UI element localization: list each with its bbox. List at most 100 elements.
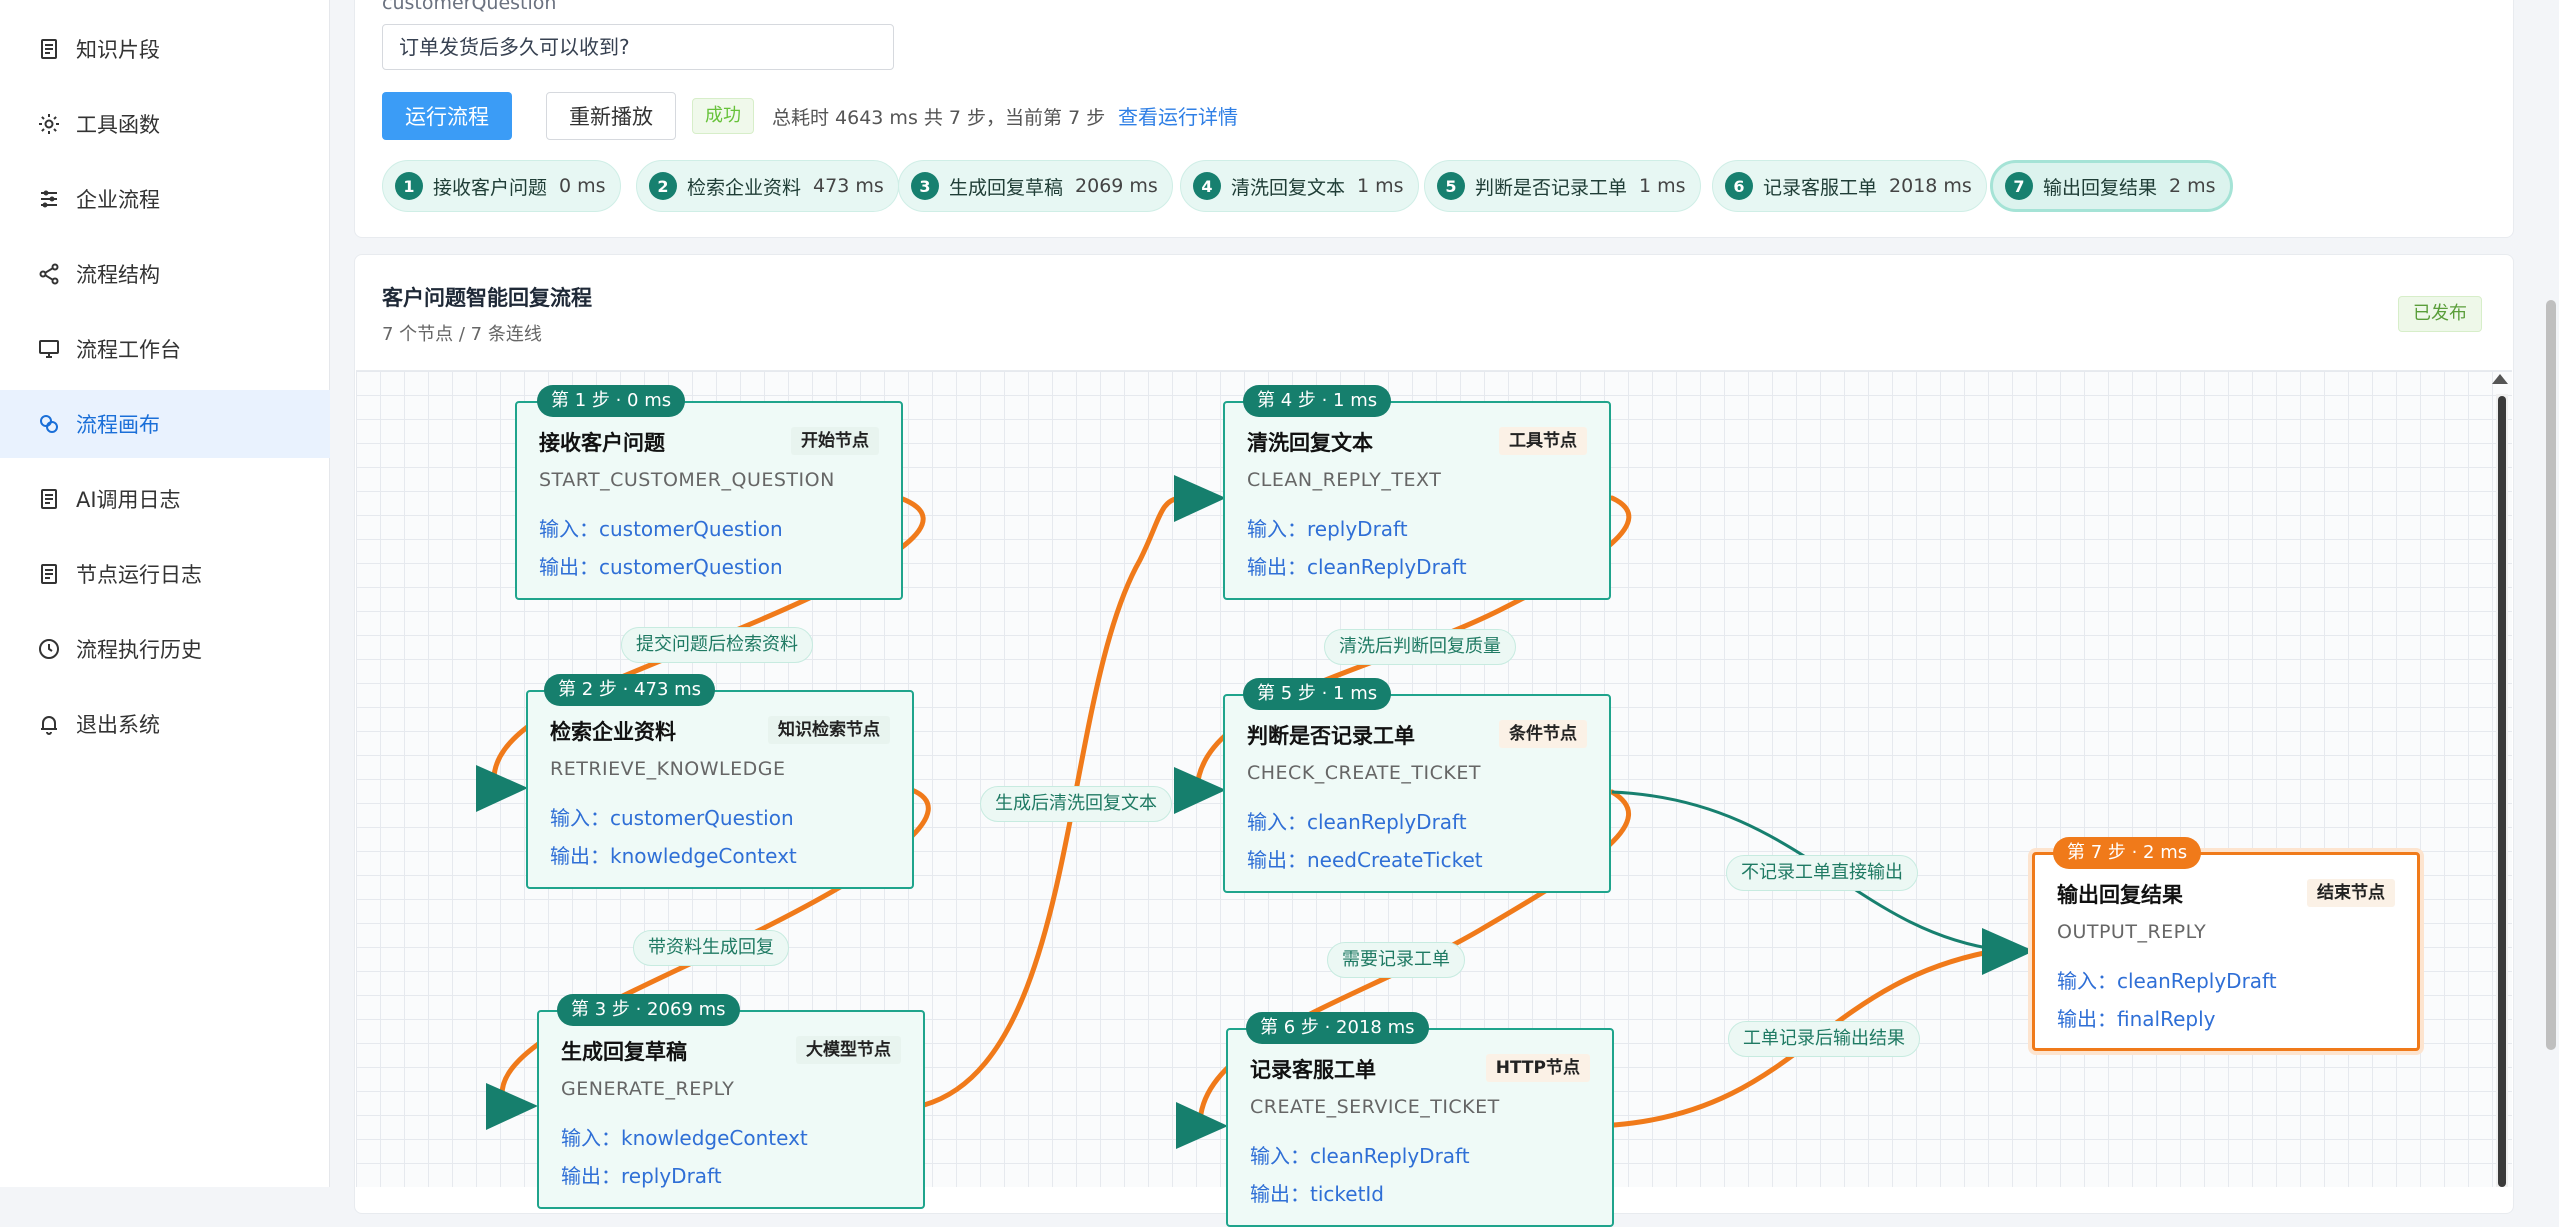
node-step-badge: 第 1 步 · 0 ms [537,385,686,417]
node-code: OUTPUT_REPLY [2057,921,2207,943]
flow-subtitle: 7 个节点 / 7 条连线 [382,324,542,345]
sidebar-item-knowledge-snippets[interactable]: 知识片段 [0,15,330,83]
flow-node-2[interactable]: 第 2 步 · 473 ms 检索企业资料 知识检索节点 RETRIEVE_KN… [526,674,914,889]
sidebar-item-logout[interactable]: 退出系统 [0,690,330,758]
node-step-badge: 第 2 步 · 473 ms [544,674,716,706]
sidebar-item-label: 知识片段 [76,38,160,62]
node-step-badge: 第 6 步 · 2018 ms [1246,1012,1429,1044]
node-input: 输入：cleanReplyDraft [1250,1144,1470,1168]
canvas-scrollbar-thumb[interactable] [2498,396,2506,1187]
node-title: 检索企业资料 [550,720,676,744]
page-scrollbar-thumb[interactable] [2546,300,2556,1050]
step-number: 1 [395,172,423,200]
flow-node-7[interactable]: 第 7 步 · 2 ms 输出回复结果 结束节点 OUTPUT_REPLY 输入… [2032,837,2420,1051]
document-icon [36,36,62,62]
step-pill-5[interactable]: 5 判断是否记录工单 1 ms [1424,160,1701,212]
node-step-badge: 第 3 步 · 2069 ms [557,994,740,1026]
edge-label-3-4[interactable]: 生成后清洗回复文本 [980,786,1172,822]
node-output: 输出：customerQuestion [539,555,783,579]
node-title: 清洗回复文本 [1247,431,1373,455]
sidebar-item-execution-history[interactable]: 流程执行历史 [0,615,330,683]
sidebar-item-label: 企业流程 [76,188,160,212]
step-duration: 2018 ms [1889,175,1972,197]
share-icon [36,261,62,287]
question-input[interactable]: 订单发货后多久可以收到? [382,24,894,70]
bell-icon [36,711,62,737]
sidebar-item-node-logs[interactable]: 节点运行日志 [0,540,330,608]
node-type-tag: 知识检索节点 [768,716,890,744]
sidebar-item-enterprise-flows[interactable]: 企业流程 [0,165,330,233]
node-output: 输出：ticketId [1250,1182,1385,1206]
node-code: CHECK_CREATE_TICKET [1247,762,1481,784]
step-pill-1[interactable]: 1 接收客户问题 0 ms [382,160,621,212]
node-type-tag: 条件节点 [1499,720,1587,748]
status-badge: 成功 [692,98,754,134]
canvas-scroll-up-arrow[interactable] [2492,374,2508,384]
node-output: 输出：finalReply [2057,1007,2216,1031]
step-name: 接收客户问题 [433,176,548,199]
node-code: START_CUSTOMER_QUESTION [539,469,835,491]
node-output: 输出：needCreateTicket [1247,848,1483,872]
sidebar-item-tool-functions[interactable]: 工具函数 [0,90,330,158]
sidebar-item-flow-structure[interactable]: 流程结构 [0,240,330,308]
step-number: 2 [649,172,677,200]
canvas-icon [36,411,62,437]
edge-label-6-7[interactable]: 工单记录后输出结果 [1728,1021,1920,1057]
run-summary: 总耗时 4643 ms 共 7 步，当前第 7 步 [772,107,1106,129]
gear-icon [36,111,62,137]
node-step-badge: 第 7 步 · 2 ms [2053,837,2202,869]
sidebar-item-ai-logs[interactable]: AI调用日志 [0,465,330,533]
node-title: 判断是否记录工单 [1247,724,1415,748]
step-name: 检索企业资料 [687,176,802,199]
flow-node-1[interactable]: 第 1 步 · 0 ms 接收客户问题 开始节点 START_CUSTOMER_… [515,385,903,600]
sidebar-item-label: 流程结构 [76,263,160,287]
node-code: RETRIEVE_KNOWLEDGE [550,758,786,780]
node-title: 记录客服工单 [1250,1058,1376,1082]
step-name: 清洗回复文本 [1231,176,1346,199]
flow-node-4[interactable]: 第 4 步 · 1 ms 清洗回复文本 工具节点 CLEAN_REPLY_TEX… [1223,385,1611,600]
sidebar-item-label: 节点运行日志 [76,563,202,587]
sidebar-item-label: AI调用日志 [76,488,181,512]
step-duration: 1 ms [1357,175,1404,197]
step-duration: 473 ms [813,175,884,197]
edge-label-4-5[interactable]: 清洗后判断回复质量 [1324,629,1516,665]
sidebar-item-label: 退出系统 [76,713,160,737]
step-pill-4[interactable]: 4 清洗回复文本 1 ms [1180,160,1419,212]
edge-label-5-6[interactable]: 需要记录工单 [1327,942,1465,978]
step-duration: 2069 ms [1075,175,1158,197]
published-badge: 已发布 [2398,296,2482,332]
step-name: 判断是否记录工单 [1475,176,1628,199]
sidebar-item-flow-workbench[interactable]: 流程工作台 [0,315,330,383]
flow-node-5[interactable]: 第 5 步 · 1 ms 判断是否记录工单 条件节点 CHECK_CREATE_… [1223,678,1611,893]
step-pill-7[interactable]: 7 输出回复结果 2 ms [1990,160,2233,212]
step-duration: 2 ms [2169,175,2216,197]
flow-node-6[interactable]: 第 6 步 · 2018 ms 记录客服工单 HTTP节点 CREATE_SER… [1226,1012,1614,1227]
step-pill-2[interactable]: 2 检索企业资料 473 ms [636,160,899,212]
node-title: 接收客户问题 [539,431,665,455]
node-code: GENERATE_REPLY [561,1078,735,1100]
step-pill-6[interactable]: 6 记录客服工单 2018 ms [1712,160,1987,212]
replay-button[interactable]: 重新播放 [546,92,676,140]
flow-node-3[interactable]: 第 3 步 · 2069 ms 生成回复草稿 大模型节点 GENERATE_RE… [537,994,925,1209]
sidebar-item-label: 工具函数 [76,113,160,137]
document-icon [36,561,62,587]
sidebar-item-flow-canvas[interactable]: 流程画布 [0,390,330,458]
node-title: 输出回复结果 [2057,883,2183,907]
node-type-tag: HTTP节点 [1485,1054,1590,1082]
edge-label-1-2[interactable]: 提交问题后检索资料 [621,627,813,663]
edge-label-2-3[interactable]: 带资料生成回复 [633,930,789,966]
view-run-details-link[interactable]: 查看运行详情 [1118,101,1238,130]
node-input: 输入：cleanReplyDraft [1247,810,1467,834]
step-duration: 1 ms [1639,175,1686,197]
run-flow-button[interactable]: 运行流程 [382,92,512,140]
step-number: 3 [911,172,939,200]
sliders-icon [36,186,62,212]
edge-label-5-7[interactable]: 不记录工单直接输出 [1726,855,1918,891]
step-pill-3[interactable]: 3 生成回复草稿 2069 ms [898,160,1173,212]
question-field-label: customerQuestion [382,0,557,14]
step-name: 生成回复草稿 [949,176,1064,199]
node-input: 输入：customerQuestion [550,806,794,830]
sidebar-item-label: 流程画布 [76,413,160,437]
node-output: 输出：replyDraft [561,1164,722,1188]
sidebar: 知识片段 工具函数 企业流程 流程结构 流程工作台 流程画布 AI调用日志 节点… [0,0,330,1187]
